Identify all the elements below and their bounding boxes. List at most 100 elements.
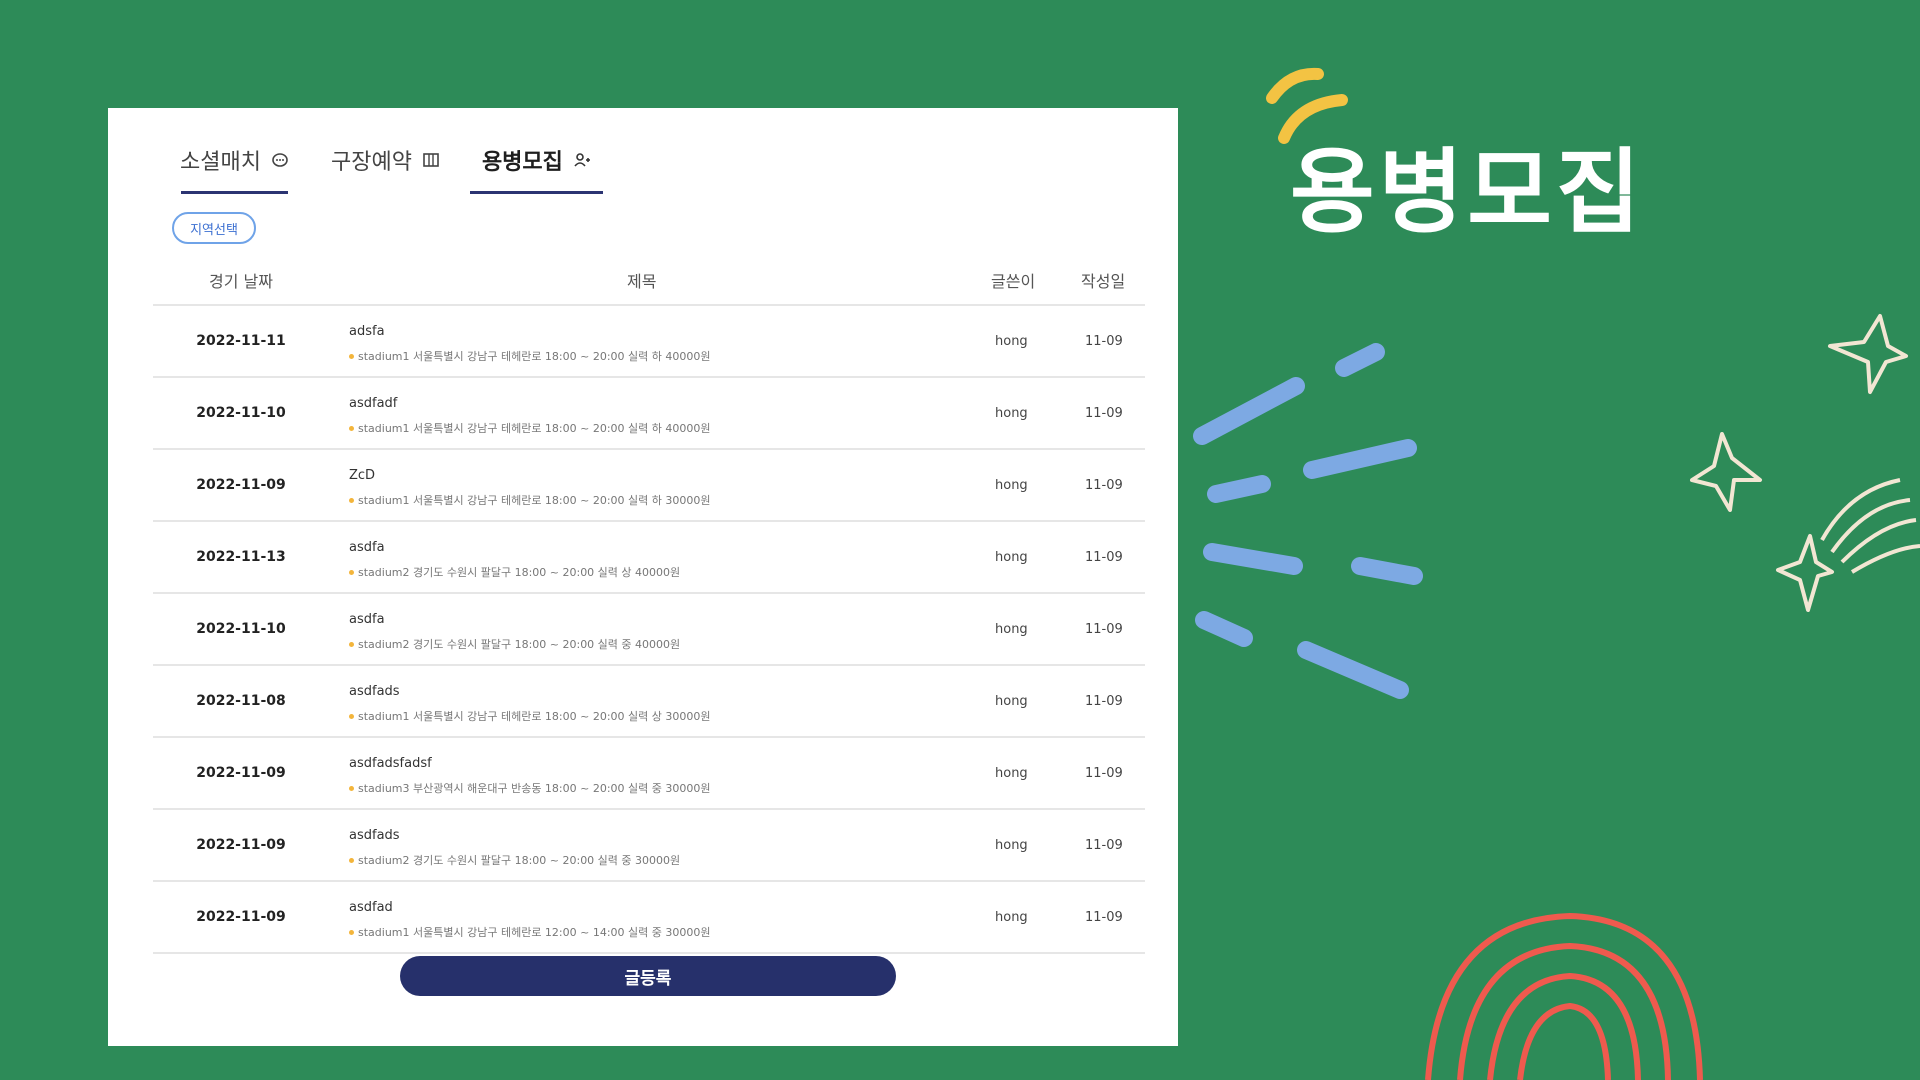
post-author: hong bbox=[995, 838, 1028, 853]
tab-social-match[interactable]: 소셜매치 bbox=[168, 130, 301, 194]
post-created-date: 11-09 bbox=[1085, 550, 1123, 565]
header-date: 경기 날짜 bbox=[209, 272, 273, 291]
tab-mercenary-recruit[interactable]: 용병모집 bbox=[469, 130, 603, 194]
post-details: stadium1 서울특별시 강남구 테헤란로 18:00 ~ 20:00 실력… bbox=[349, 420, 711, 436]
match-date: 2022-11-09 bbox=[196, 837, 286, 853]
post-details: stadium2 경기도 수원시 팔달구 18:00 ~ 20:00 실력 중 … bbox=[349, 636, 680, 652]
tab-bar: 소셜매치 구장예약 용병모집 bbox=[168, 130, 621, 194]
post-author: hong bbox=[995, 406, 1028, 421]
post-created-date: 11-09 bbox=[1085, 838, 1123, 853]
table-row[interactable]: 2022-11-10 asdfadf stadium1 서울특별시 강남구 테헤란로… bbox=[153, 378, 1145, 450]
post-details: stadium3 부산광역시 해운대구 반송동 18:00 ~ 20:00 실력… bbox=[349, 780, 711, 796]
table-row[interactable]: 2022-11-09 ZcD stadium1 서울특별시 강남구 테헤란로 18:… bbox=[153, 450, 1145, 522]
bullet-dot-icon bbox=[349, 785, 354, 791]
post-title[interactable]: adsfa bbox=[349, 324, 385, 339]
post-author: hong bbox=[995, 694, 1028, 709]
post-title[interactable]: asdfa bbox=[349, 540, 385, 555]
post-author: hong bbox=[995, 910, 1028, 925]
post-title[interactable]: asdfads bbox=[349, 828, 400, 843]
post-details: stadium2 경기도 수원시 팔달구 18:00 ~ 20:00 실력 상 … bbox=[349, 564, 680, 580]
table-row[interactable]: 2022-11-10 asdfa stadium2 경기도 수원시 팔달구 18:0… bbox=[153, 594, 1145, 666]
region-select-button[interactable]: 지역선택 bbox=[172, 212, 256, 244]
table-row[interactable]: 2022-11-09 asdfads stadium2 경기도 수원시 팔달구 18… bbox=[153, 810, 1145, 882]
match-date: 2022-11-13 bbox=[196, 549, 286, 565]
post-author: hong bbox=[995, 766, 1028, 781]
header-author: 글쓴이 bbox=[991, 272, 1036, 291]
write-post-button[interactable]: 글등록 bbox=[400, 956, 896, 996]
post-details: stadium1 서울특별시 강남구 테헤란로 12:00 ~ 14:00 실력… bbox=[349, 924, 711, 940]
post-details-text: stadium1 서울특별시 강남구 테헤란로 12:00 ~ 14:00 실력… bbox=[358, 926, 711, 939]
tab-underline bbox=[181, 191, 288, 194]
bullet-dot-icon bbox=[349, 857, 354, 863]
header-created: 작성일 bbox=[1081, 272, 1126, 291]
post-created-date: 11-09 bbox=[1085, 910, 1123, 925]
match-date: 2022-11-08 bbox=[196, 693, 286, 709]
post-details-text: stadium1 서울특별시 강남구 테헤란로 18:00 ~ 20:00 실력… bbox=[358, 422, 711, 435]
post-details: stadium1 서울특별시 강남구 테헤란로 18:00 ~ 20:00 실력… bbox=[349, 492, 711, 508]
table-row[interactable]: 2022-11-09 asdfadsfadsf stadium3 부산광역시 해운대… bbox=[153, 738, 1145, 810]
post-title[interactable]: asdfad bbox=[349, 900, 393, 915]
bullet-dot-icon bbox=[349, 353, 354, 359]
post-details-text: stadium1 서울특별시 강남구 테헤란로 18:00 ~ 20:00 실력… bbox=[358, 494, 711, 507]
post-title[interactable]: ZcD bbox=[349, 468, 375, 483]
table-header: 경기 날짜 제목 글쓴이 작성일 bbox=[153, 250, 1145, 306]
post-details: stadium1 서울특별시 강남구 테헤란로 18:00 ~ 20:00 실력… bbox=[349, 348, 711, 364]
tab-stadium-reservation[interactable]: 구장예약 bbox=[319, 130, 452, 190]
add-person-icon bbox=[574, 153, 590, 167]
yellow-swoosh bbox=[1266, 67, 1324, 104]
star-icon bbox=[1776, 534, 1834, 612]
post-title[interactable]: asdfadf bbox=[349, 396, 397, 411]
recruit-table: 경기 날짜 제목 글쓴이 작성일 2022-11-11 adsfa stadium1… bbox=[153, 250, 1145, 954]
post-title[interactable]: asdfads bbox=[349, 684, 400, 699]
post-details: stadium1 서울특별시 강남구 테헤란로 18:00 ~ 20:00 실력… bbox=[349, 708, 711, 724]
post-details-text: stadium2 경기도 수원시 팔달구 18:00 ~ 20:00 실력 중 … bbox=[358, 638, 681, 651]
match-date: 2022-11-10 bbox=[196, 621, 286, 637]
post-details-text: stadium2 경기도 수원시 팔달구 18:00 ~ 20:00 실력 중 … bbox=[358, 854, 681, 867]
post-title[interactable]: asdfadsfadsf bbox=[349, 756, 432, 771]
blue-dashes bbox=[1193, 343, 1423, 699]
tab-label: 구장예약 bbox=[330, 150, 412, 175]
post-details: stadium2 경기도 수원시 팔달구 18:00 ~ 20:00 실력 중 … bbox=[349, 852, 680, 868]
post-title[interactable]: asdfa bbox=[349, 612, 385, 627]
star-doodles bbox=[1690, 314, 1920, 612]
recruit-heading: 용병모집 bbox=[1290, 139, 1645, 246]
bullet-dot-icon bbox=[349, 569, 354, 575]
header-title: 제목 bbox=[627, 272, 657, 291]
match-date: 2022-11-10 bbox=[196, 405, 286, 421]
match-date: 2022-11-09 bbox=[196, 477, 286, 493]
post-created-date: 11-09 bbox=[1085, 694, 1123, 709]
post-created-date: 11-09 bbox=[1085, 622, 1123, 637]
red-arcs bbox=[1425, 912, 1703, 1080]
post-author: hong bbox=[995, 550, 1028, 565]
bullet-dot-icon bbox=[349, 929, 354, 935]
bullet-dot-icon bbox=[349, 497, 354, 503]
star-icon bbox=[1690, 432, 1762, 512]
post-details-text: stadium1 서울특별시 강남구 테헤란로 18:00 ~ 20:00 실력… bbox=[358, 350, 711, 363]
post-author: hong bbox=[995, 622, 1028, 637]
chat-bubble-icon bbox=[272, 153, 288, 167]
match-date: 2022-11-09 bbox=[196, 765, 286, 781]
bullet-dot-icon bbox=[349, 641, 354, 647]
post-created-date: 11-09 bbox=[1085, 406, 1123, 421]
table-row[interactable]: 2022-11-08 asdfads stadium1 서울특별시 강남구 테헤란로… bbox=[153, 666, 1145, 738]
post-details-text: stadium3 부산광역시 해운대구 반송동 18:00 ~ 20:00 실력… bbox=[358, 782, 711, 795]
post-details-text: stadium2 경기도 수원시 팔달구 18:00 ~ 20:00 실력 상 … bbox=[358, 566, 681, 579]
table-row[interactable]: 2022-11-11 adsfa stadium1 서울특별시 강남구 테헤란로 1… bbox=[153, 306, 1145, 378]
tab-label: 용병모집 bbox=[481, 150, 563, 175]
tab-underline bbox=[469, 191, 603, 194]
table-row[interactable]: 2022-11-13 asdfa stadium2 경기도 수원시 팔달구 18:0… bbox=[153, 522, 1145, 594]
post-details-text: stadium1 서울특별시 강남구 테헤란로 18:00 ~ 20:00 실력… bbox=[358, 710, 711, 723]
post-created-date: 11-09 bbox=[1085, 478, 1123, 493]
bullet-dot-icon bbox=[349, 713, 354, 719]
app-screenshot: 소셜매치 구장예약 용병모집 지역선택 경기 날짜 제목 글쓴이 작성일 202… bbox=[108, 108, 1178, 1046]
stadium-icon bbox=[423, 153, 439, 167]
post-created-date: 11-09 bbox=[1085, 334, 1123, 349]
post-author: hong bbox=[995, 334, 1028, 349]
table-body: 2022-11-11 adsfa stadium1 서울특별시 강남구 테헤란로 1… bbox=[153, 306, 1145, 954]
post-created-date: 11-09 bbox=[1085, 766, 1123, 781]
match-date: 2022-11-09 bbox=[196, 909, 286, 925]
star-icon bbox=[1828, 314, 1908, 394]
table-row[interactable]: 2022-11-09 asdfad stadium1 서울특별시 강남구 테헤란로 … bbox=[153, 882, 1145, 954]
post-author: hong bbox=[995, 478, 1028, 493]
tab-label: 소셜매치 bbox=[180, 150, 261, 175]
